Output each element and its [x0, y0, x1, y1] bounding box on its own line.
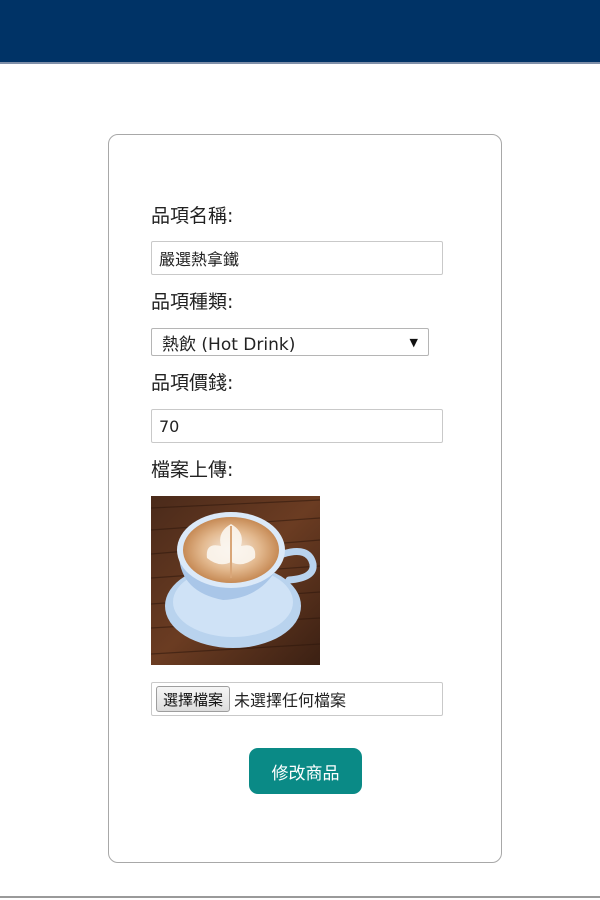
price-label: 品項價錢: — [151, 372, 234, 394]
price-input[interactable] — [151, 409, 443, 443]
file-status-text: 未選擇任何檔案 — [234, 691, 347, 710]
name-label: 品項名稱: — [151, 205, 234, 227]
file-upload-field: 選擇檔案 未選擇任何檔案 — [151, 682, 443, 716]
top-navigation-bar — [0, 0, 600, 64]
category-label: 品項種類: — [151, 291, 234, 313]
category-select[interactable]: 熱飲 (Hot Drink) ▼ — [151, 328, 429, 356]
category-selected-value: 熱飲 (Hot Drink) — [162, 334, 296, 355]
name-input[interactable] — [151, 241, 443, 275]
choose-file-button[interactable]: 選擇檔案 — [156, 686, 231, 712]
dropdown-arrow-icon: ▼ — [409, 335, 418, 349]
product-image — [151, 496, 320, 665]
edit-product-form: 品項名稱: 品項種類: 熱飲 (Hot Drink) ▼ 品項價錢: 檔案上傳: — [108, 134, 502, 863]
footer-divider — [0, 896, 600, 898]
submit-update-button[interactable]: 修改商品 — [249, 748, 362, 794]
upload-label: 檔案上傳: — [151, 459, 234, 481]
